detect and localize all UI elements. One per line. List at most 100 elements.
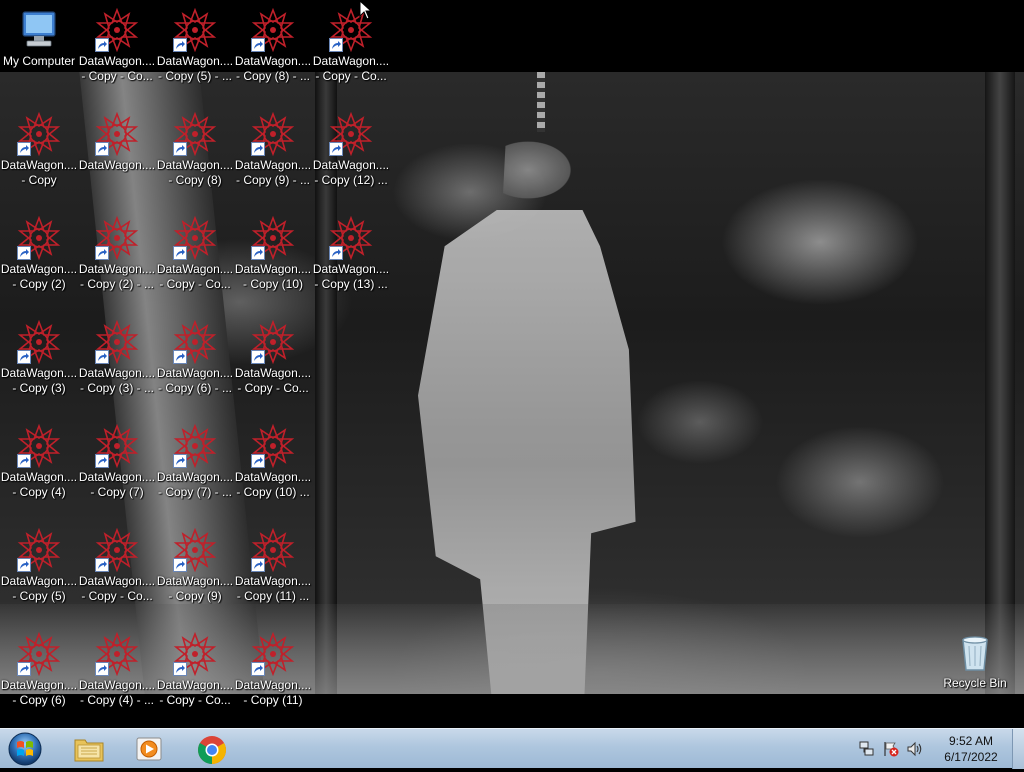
desktop-icon-label-line2: - Copy bbox=[21, 173, 57, 187]
datawagon-star-icon bbox=[173, 216, 217, 260]
desktop-icon-label: DataWagon.... bbox=[78, 366, 156, 380]
computer-icon bbox=[17, 8, 61, 52]
shortcut-arrow-icon bbox=[251, 454, 265, 468]
desktop-icon-datawagon[interactable]: DataWagon.... - Copy - Co... bbox=[156, 624, 234, 728]
desktop-icon-datawagon[interactable]: DataWagon.... - Copy (2) - ... bbox=[78, 208, 156, 312]
shortcut-arrow-icon bbox=[329, 142, 343, 156]
desktop-icon-datawagon[interactable]: DataWagon.... - Copy (7) - ... bbox=[156, 416, 234, 520]
wallpaper-tree-trunk bbox=[985, 72, 1015, 694]
desktop-icon-label-line2: - Copy (7) bbox=[90, 485, 144, 499]
desktop-icon-label: DataWagon.... bbox=[78, 54, 156, 68]
desktop-icon-label-line2: - Copy (12) ... bbox=[314, 173, 388, 187]
desktop-icon-datawagon[interactable]: DataWagon.... - Copy (6) bbox=[0, 624, 78, 728]
desktop-icon-label-line2: - Copy - Co... bbox=[237, 381, 309, 395]
desktop-icon-label: DataWagon.... bbox=[0, 366, 78, 380]
start-button[interactable] bbox=[6, 731, 44, 767]
datawagon-star-icon bbox=[251, 112, 295, 156]
desktop-icon-datawagon[interactable]: DataWagon.... - Copy (6) - ... bbox=[156, 312, 234, 416]
desktop-icon-datawagon[interactable]: DataWagon.... - Copy - Co... bbox=[78, 0, 156, 104]
shortcut-arrow-icon bbox=[17, 662, 31, 676]
desktop-icon-datawagon[interactable]: DataWagon.... - Copy (13) ... bbox=[312, 208, 390, 312]
desktop-icon-label: DataWagon.... bbox=[78, 574, 156, 588]
volume-icon[interactable] bbox=[906, 740, 924, 758]
desktop-icon-datawagon[interactable]: DataWagon.... - Copy (7) bbox=[78, 416, 156, 520]
desktop-icon-datawagon[interactable]: DataWagon.... - Copy (5) - ... bbox=[156, 0, 234, 104]
datawagon-star-icon bbox=[173, 424, 217, 468]
desktop-icon-datawagon[interactable]: DataWagon.... - Copy (8) - ... bbox=[234, 0, 312, 104]
desktop-icon-label: DataWagon.... bbox=[234, 158, 312, 172]
taskbar-clock[interactable]: 9:52 AM 6/17/2022 bbox=[938, 733, 1004, 765]
shortcut-arrow-icon bbox=[251, 142, 265, 156]
shortcut-arrow-icon bbox=[251, 558, 265, 572]
desktop-icon-label-line2: - Copy (13) ... bbox=[314, 277, 388, 291]
datawagon-star-icon bbox=[173, 112, 217, 156]
desktop-icon-datawagon[interactable]: DataWagon.... - Copy - Co... bbox=[156, 208, 234, 312]
desktop-icon-label-line2: - Copy - Co... bbox=[81, 69, 153, 83]
desktop-icon-label: DataWagon.... bbox=[0, 574, 78, 588]
desktop-icon-datawagon[interactable]: DataWagon.... - Copy (8) bbox=[156, 104, 234, 208]
desktop-icon-datawagon[interactable]: DataWagon.... - Copy (11) ... bbox=[234, 520, 312, 624]
desktop-icon-datawagon[interactable]: DataWagon.... - Copy (12) ... bbox=[312, 104, 390, 208]
desktop-icon-label: DataWagon.... bbox=[78, 470, 156, 484]
desktop-icon-recycle-bin[interactable]: Recycle Bin bbox=[936, 622, 1014, 726]
shortcut-arrow-icon bbox=[17, 454, 31, 468]
desktop-icon-datawagon[interactable]: DataWagon.... - Copy (11) bbox=[234, 624, 312, 728]
show-desktop-button[interactable] bbox=[1012, 729, 1024, 769]
desktop-icon-my-computer[interactable]: My Computer bbox=[0, 0, 78, 104]
datawagon-star-icon bbox=[173, 632, 217, 676]
desktop-icon-label: DataWagon.... bbox=[156, 470, 234, 484]
taskbar-media-player-button[interactable] bbox=[122, 732, 178, 766]
desktop-icon-datawagon[interactable]: DataWagon.... bbox=[78, 104, 156, 208]
desktop-icon-label-line2: - Copy (8) bbox=[168, 173, 222, 187]
desktop-icon-label: DataWagon.... bbox=[234, 470, 312, 484]
desktop-icon-label: DataWagon.... bbox=[0, 158, 78, 172]
taskbar-file-explorer-button[interactable] bbox=[61, 732, 117, 766]
desktop-icon-datawagon[interactable]: DataWagon.... - Copy (10) ... bbox=[234, 416, 312, 520]
shortcut-arrow-icon bbox=[173, 350, 187, 364]
datawagon-star-icon bbox=[251, 8, 295, 52]
network-icon[interactable] bbox=[858, 740, 876, 758]
desktop-icon-datawagon[interactable]: DataWagon.... - Copy (9) - ... bbox=[234, 104, 312, 208]
datawagon-star-icon bbox=[17, 528, 61, 572]
shortcut-arrow-icon bbox=[251, 662, 265, 676]
shortcut-arrow-icon bbox=[95, 350, 109, 364]
datawagon-star-icon bbox=[251, 528, 295, 572]
clock-date: 6/17/2022 bbox=[944, 750, 998, 764]
chrome-icon bbox=[198, 736, 226, 764]
desktop-icon-datawagon[interactable]: DataWagon.... - Copy - Co... bbox=[234, 312, 312, 416]
desktop-icon-datawagon[interactable]: DataWagon.... - Copy - Co... bbox=[312, 0, 390, 104]
desktop-icon-datawagon[interactable]: DataWagon.... - Copy (4) - ... bbox=[78, 624, 156, 728]
desktop-icon-datawagon[interactable]: DataWagon.... - Copy (4) bbox=[0, 416, 78, 520]
recycle-bin-icon bbox=[953, 630, 997, 674]
desktop-icon-label: DataWagon.... bbox=[312, 262, 390, 276]
datawagon-star-icon bbox=[251, 424, 295, 468]
desktop-icon-datawagon[interactable]: DataWagon.... - Copy (3) - ... bbox=[78, 312, 156, 416]
desktop-icon-label: DataWagon.... bbox=[234, 54, 312, 68]
datawagon-star-icon bbox=[173, 528, 217, 572]
desktop-icon-datawagon[interactable]: DataWagon.... - Copy - Co... bbox=[78, 520, 156, 624]
shortcut-arrow-icon bbox=[173, 142, 187, 156]
desktop-icon-label-line2: - Copy (5) - ... bbox=[157, 69, 232, 83]
datawagon-star-icon bbox=[329, 216, 373, 260]
desktop-icon-label: DataWagon.... bbox=[156, 678, 234, 692]
action-center-flag-icon[interactable] bbox=[882, 740, 900, 758]
desktop-icon-datawagon[interactable]: DataWagon.... - Copy (9) bbox=[156, 520, 234, 624]
datawagon-star-icon bbox=[251, 632, 295, 676]
shortcut-arrow-icon bbox=[251, 350, 265, 364]
desktop-icon-label-line2: - Copy (6) - ... bbox=[157, 381, 232, 395]
shortcut-arrow-icon bbox=[173, 558, 187, 572]
desktop-icon-datawagon[interactable]: DataWagon.... - Copy (10) bbox=[234, 208, 312, 312]
desktop-icon-datawagon[interactable]: DataWagon.... - Copy bbox=[0, 104, 78, 208]
desktop-icon-label-line2: - Copy - Co... bbox=[315, 69, 387, 83]
shortcut-arrow-icon bbox=[17, 246, 31, 260]
datawagon-star-icon bbox=[95, 216, 139, 260]
shortcut-arrow-icon bbox=[251, 246, 265, 260]
desktop-icon-label: DataWagon.... bbox=[0, 262, 78, 276]
clock-time: 9:52 AM bbox=[948, 734, 994, 748]
desktop-icon-datawagon[interactable]: DataWagon.... - Copy (2) bbox=[0, 208, 78, 312]
desktop: My Computer DataWagon.... - Copy - Co... Da… bbox=[0, 0, 1024, 728]
desktop-icon-datawagon[interactable]: DataWagon.... - Copy (3) bbox=[0, 312, 78, 416]
desktop-icon-datawagon[interactable]: DataWagon.... - Copy (5) bbox=[0, 520, 78, 624]
taskbar-chrome-button[interactable] bbox=[184, 732, 240, 766]
desktop-icon-label-line2: - Copy (3) bbox=[12, 381, 66, 395]
